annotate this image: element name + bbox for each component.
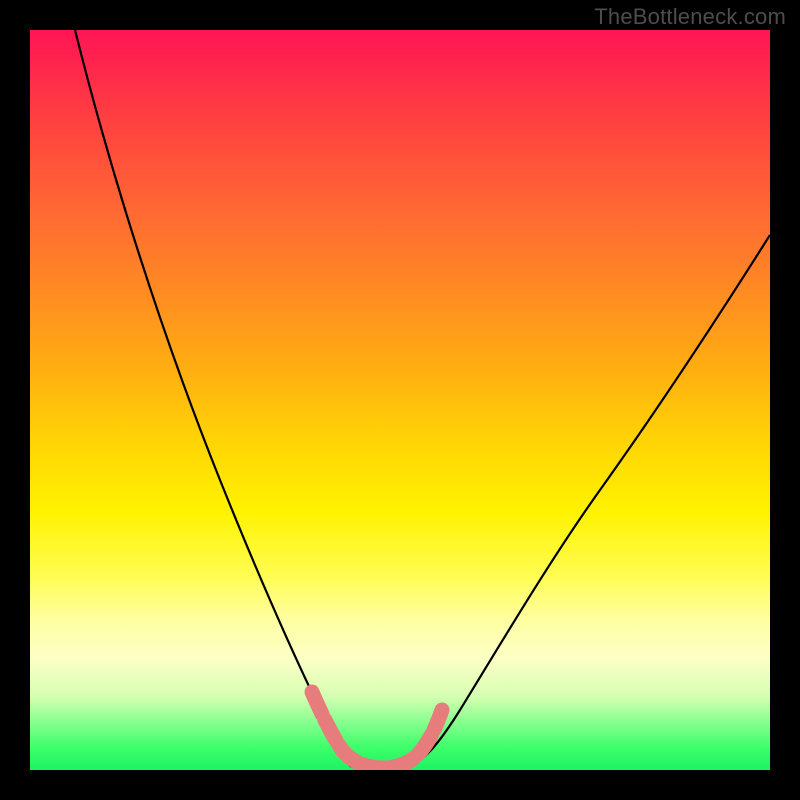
plot-area xyxy=(30,30,770,770)
black-curve-left xyxy=(75,30,350,766)
curve-layer xyxy=(30,30,770,770)
black-curve-right xyxy=(410,235,770,766)
watermark-text: TheBottleneck.com xyxy=(594,4,786,30)
pink-bottom-segment xyxy=(312,692,442,768)
chart-frame: TheBottleneck.com xyxy=(0,0,800,800)
